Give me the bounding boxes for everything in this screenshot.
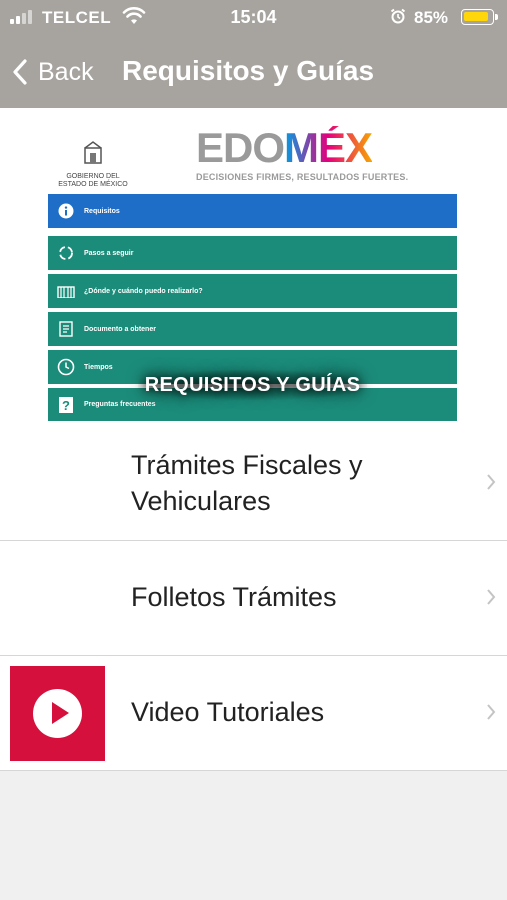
gob-line2: ESTADO DE MÉXICO (58, 181, 128, 188)
logo-tagline: DECISIONES FIRMES, RESULTADOS FUERTES. (196, 172, 409, 182)
guide-menu-preview: Requisitos Pasos a seguir ¿Dónde y cuánd… (48, 194, 457, 421)
info-icon (58, 203, 74, 219)
preview-row-requisitos: Requisitos (48, 194, 457, 228)
header-banner-image: GOBIERNO DEL ESTADO DE MÉXICO EDO MÉX DEC… (0, 108, 507, 426)
back-button[interactable]: Back (12, 54, 94, 90)
edomex-logo: EDO MÉX DECISIONES FIRMES, RESULTADOS FUE… (196, 126, 458, 186)
list-item-label: Trámites Fiscales y Vehiculares (131, 450, 363, 516)
logo-edo: EDO (196, 124, 285, 171)
chevron-right-icon (487, 589, 496, 605)
preview-label: Requisitos (84, 207, 120, 215)
logo-mex: MÉX (284, 124, 373, 171)
preview-label: ¿Dónde y cuándo puedo realizarlo? (84, 287, 203, 295)
question-icon: ? (59, 396, 73, 413)
guides-list: Trámites Fiscales y Vehiculares Folletos… (0, 426, 507, 771)
list-item-folletos-tramites[interactable]: Folletos Trámites (0, 541, 507, 656)
preview-label: Preguntas frecuentes (84, 401, 156, 408)
banner-overlay-title: REQUISITOS Y GUÍAS (144, 374, 361, 396)
crest-icon (84, 141, 102, 164)
list-item-label: Video Tutoriales (131, 697, 325, 727)
preview-row-donde: ¿Dónde y cuándo puedo realizarlo? (48, 274, 457, 308)
document-icon (59, 321, 73, 337)
gob-line1: GOBIERNO DEL (66, 173, 120, 180)
back-label: Back (38, 57, 94, 86)
preview-row-documento: Documento a obtener (48, 312, 457, 346)
battery-percent: 85% (414, 8, 449, 27)
video-thumbnail (10, 666, 105, 761)
status-bar: TELCEL 15:04 85% (0, 0, 507, 34)
preview-label: Tiempos (84, 363, 113, 371)
battery-icon (461, 9, 498, 25)
page-title: Requisitos y Guías (122, 55, 375, 86)
preview-label: Pasos a seguir (84, 249, 134, 257)
play-icon (33, 689, 82, 738)
list-item-label: Folletos Trámites (131, 582, 337, 612)
chevron-right-icon (487, 704, 496, 720)
navigation-bar: Back Requisitos y Guías (0, 44, 507, 104)
top-bar: TELCEL 15:04 85% Back Requisitos y Guías (0, 0, 507, 108)
chevron-left-icon (13, 59, 27, 85)
preview-row-pasos: Pasos a seguir (48, 236, 457, 270)
chevron-right-icon (487, 474, 496, 490)
cycle-icon (59, 246, 73, 260)
alarm-icon (390, 8, 406, 24)
preview-label: Documento a obtener (84, 325, 156, 333)
building-icon (57, 286, 75, 298)
gobierno-logo: GOBIERNO DEL ESTADO DE MÉXICO (52, 140, 134, 189)
svg-text:?: ? (62, 398, 70, 413)
list-item-video-tutoriales[interactable]: Video Tutoriales (0, 656, 507, 771)
list-item-tramites-fiscales[interactable]: Trámites Fiscales y Vehiculares (0, 426, 507, 541)
